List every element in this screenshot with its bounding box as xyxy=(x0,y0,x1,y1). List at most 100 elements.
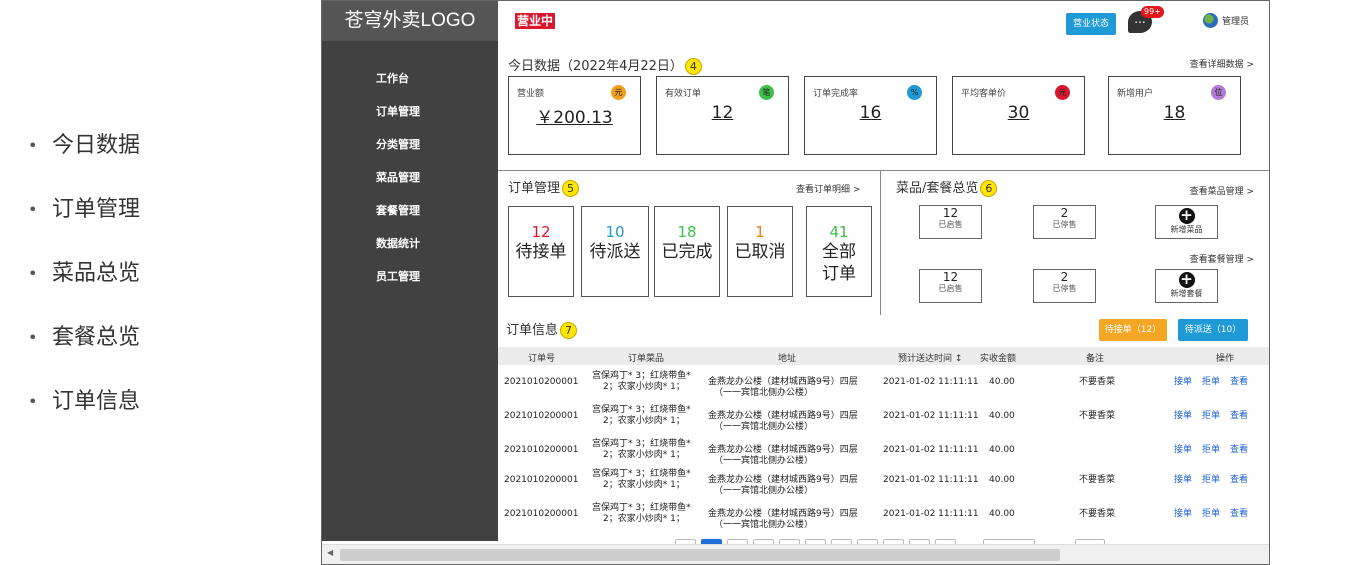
annotation-number: 6 xyxy=(980,180,998,197)
sidebar-item-employees[interactable]: 员工管理 xyxy=(322,267,498,300)
reject-order-link[interactable]: 拒单 xyxy=(1202,377,1220,388)
view-details-link[interactable]: 查看详细数据 > xyxy=(1190,57,1254,70)
order-box-completed[interactable]: 18 已完成 xyxy=(654,206,720,297)
sidebar-item-setmeals[interactable]: 套餐管理 xyxy=(322,201,498,234)
order-dishes: 2；农家小炒肉* 1； xyxy=(603,480,685,490)
delivering-orders-tab[interactable]: 待派送（10） xyxy=(1178,319,1248,341)
reject-order-link[interactable]: 拒单 xyxy=(1202,411,1220,422)
order-box-all[interactable]: 41 全部订单 xyxy=(806,206,872,297)
stat-card-valid-orders: 有效订单 笔 12 xyxy=(656,76,789,155)
sidebar-item-orders[interactable]: 订单管理 xyxy=(322,102,498,135)
main-content: 今日数据（2022年4月22日） 4 查看详细数据 > 营业额 元 ￥200.13… xyxy=(498,45,1269,551)
scroll-left-icon[interactable]: ◀ xyxy=(327,548,333,557)
view-dish-management-link[interactable]: 查看菜品管理 > xyxy=(1190,184,1254,197)
table-row: 2021010200001 宫保鸡丁* 3；红烧带鱼* 2；农家小炒肉* 1； 金燕龙… xyxy=(498,465,1269,499)
stat-card-revenue: 营业额 元 ￥200.13 xyxy=(508,76,641,155)
accept-order-link[interactable]: 接单 xyxy=(1174,445,1192,456)
order-dishes: 宫保鸡丁* 3；红烧带鱼* xyxy=(592,469,691,479)
horizontal-scrollbar[interactable]: ◀ xyxy=(322,544,1269,564)
order-address: （一一宾馆北侧办公楼） xyxy=(714,520,814,530)
view-order-link[interactable]: 查看 xyxy=(1230,509,1248,520)
order-eta: 2021-01-02 11:11:11 xyxy=(883,509,979,519)
today-title: 今日数据（2022年4月22日） 4 xyxy=(508,55,702,75)
divider xyxy=(880,170,881,315)
plus-icon: + xyxy=(1178,206,1195,224)
view-order-link[interactable]: 查看 xyxy=(1230,445,1248,456)
view-order-link[interactable]: 查看 xyxy=(1230,377,1248,388)
order-id: 2021010200001 xyxy=(504,377,579,387)
order-address: （一一宾馆北侧办公楼） xyxy=(714,388,814,398)
order-box-cancelled[interactable]: 1 已取消 xyxy=(727,206,793,297)
setmeal-on-sale-box[interactable]: 12 已启售 xyxy=(919,269,982,303)
divider xyxy=(498,170,1269,171)
yuan-icon: 元 xyxy=(1055,85,1070,100)
order-eta: 2021-01-02 11:11:11 xyxy=(883,411,979,421)
order-dishes: 2；农家小炒肉* 1； xyxy=(603,382,685,392)
reject-order-link[interactable]: 拒单 xyxy=(1202,509,1220,520)
table-row: 2021010200001 宫保鸡丁* 3；红烧带鱼* 2；农家小炒肉* 1； 金燕龙… xyxy=(498,401,1269,435)
order-address: 金燕龙办公楼（建材城西路9号）四层 xyxy=(708,445,858,455)
annotation-number: 7 xyxy=(560,322,578,339)
shop-status-button[interactable]: 营业状态 xyxy=(1066,13,1116,35)
reject-order-link[interactable]: 拒单 xyxy=(1202,475,1220,486)
sidebar-nav: 工作台 订单管理 分类管理 菜品管理 套餐管理 数据统计 员工管理 xyxy=(322,41,498,300)
sidebar-item-dishes[interactable]: 菜品管理 xyxy=(322,168,498,201)
app-window: 苍穹外卖LOGO 工作台 订单管理 分类管理 菜品管理 套餐管理 数据统计 员工… xyxy=(321,0,1270,565)
accept-order-link[interactable]: 接单 xyxy=(1174,411,1192,422)
outline-item: 订单信息 xyxy=(28,382,140,446)
view-setmeal-management-link[interactable]: 查看套餐管理 > xyxy=(1190,252,1254,265)
order-eta: 2021-01-02 11:11:11 xyxy=(883,445,979,455)
reject-order-link[interactable]: 拒单 xyxy=(1202,445,1220,456)
order-amount: 40.00 xyxy=(989,509,1015,519)
accept-order-link[interactable]: 接单 xyxy=(1174,377,1192,388)
add-dish-button[interactable]: + 新增菜品 xyxy=(1155,205,1218,239)
outline-item: 套餐总览 xyxy=(28,318,140,382)
table-row: 2021010200001 宫保鸡丁* 3；红烧带鱼* 2；农家小炒肉* 1； 金燕龙… xyxy=(498,435,1269,469)
sidebar-item-statistics[interactable]: 数据统计 xyxy=(322,234,498,267)
sidebar-item-workbench[interactable]: 工作台 xyxy=(322,69,498,102)
accept-order-link[interactable]: 接单 xyxy=(1174,509,1192,520)
order-address: （一一宾馆北侧办公楼） xyxy=(714,422,814,432)
order-amount: 40.00 xyxy=(989,475,1015,485)
view-order-link[interactable]: 查看 xyxy=(1230,475,1248,486)
table-row: 2021010200001 宫保鸡丁* 3；红烧带鱼* 2；农家小炒肉* 1； 金燕龙… xyxy=(498,499,1269,533)
plus-icon: + xyxy=(1178,270,1195,288)
order-note: 不要香菜 xyxy=(1079,377,1116,387)
order-dishes: 宫保鸡丁* 3；红烧带鱼* xyxy=(592,503,691,513)
annotation-number: 5 xyxy=(562,180,580,197)
order-address: 金燕龙办公楼（建材城西路9号）四层 xyxy=(708,475,858,485)
setmeal-off-sale-box[interactable]: 2 已停售 xyxy=(1033,269,1096,303)
percent-icon: % xyxy=(907,85,922,100)
order-box-pending[interactable]: 12 待接单 xyxy=(508,206,574,297)
avatar[interactable] xyxy=(1203,13,1218,28)
accept-order-link[interactable]: 接单 xyxy=(1174,475,1192,486)
message-count-badge: 99+ xyxy=(1141,6,1164,18)
user-icon: 位 xyxy=(1211,85,1226,100)
order-amount: 40.00 xyxy=(989,445,1015,455)
user-name[interactable]: 管理员 xyxy=(1222,14,1249,27)
order-address: （一一宾馆北侧办公楼） xyxy=(714,486,814,496)
order-dishes: 2；农家小炒肉* 1； xyxy=(603,416,685,426)
order-box-delivering[interactable]: 10 待派送 xyxy=(581,206,649,297)
order-dishes: 宫保鸡丁* 3；红烧带鱼* xyxy=(592,439,691,449)
order-eta: 2021-01-02 11:11:11 xyxy=(883,377,979,387)
dish-off-sale-box[interactable]: 2 已停售 xyxy=(1033,205,1096,239)
view-order-details-link[interactable]: 查看订单明细 > xyxy=(796,182,860,195)
outline-list: 今日数据 订单管理 菜品总览 套餐总览 订单信息 xyxy=(0,0,300,565)
order-dishes: 宫保鸡丁* 3；红烧带鱼* xyxy=(592,405,691,415)
scrollbar-thumb[interactable] xyxy=(340,549,1060,561)
annotation-number: 4 xyxy=(684,58,702,75)
view-order-link[interactable]: 查看 xyxy=(1230,411,1248,422)
pending-orders-tab[interactable]: 待接单（12） xyxy=(1099,319,1167,341)
dish-on-sale-box[interactable]: 12 已启售 xyxy=(919,205,982,239)
order-amount: 40.00 xyxy=(989,377,1015,387)
sidebar: 苍穹外卖LOGO 工作台 订单管理 分类管理 菜品管理 套餐管理 数据统计 员工… xyxy=(322,1,498,541)
order-address: 金燕龙办公楼（建材城西路9号）四层 xyxy=(708,509,858,519)
order-dishes: 2；农家小炒肉* 1； xyxy=(603,450,685,460)
add-setmeal-button[interactable]: + 新增套餐 xyxy=(1155,269,1218,303)
yuan-icon: 元 xyxy=(611,85,626,100)
order-note: 不要香菜 xyxy=(1079,411,1116,421)
table-header: 订单号 订单菜品 地址 预计送达时间 ↕ 实收金额 备注 操作 xyxy=(498,347,1269,365)
sidebar-item-categories[interactable]: 分类管理 xyxy=(322,135,498,168)
shop-status-badge: 营业中 xyxy=(515,13,556,29)
